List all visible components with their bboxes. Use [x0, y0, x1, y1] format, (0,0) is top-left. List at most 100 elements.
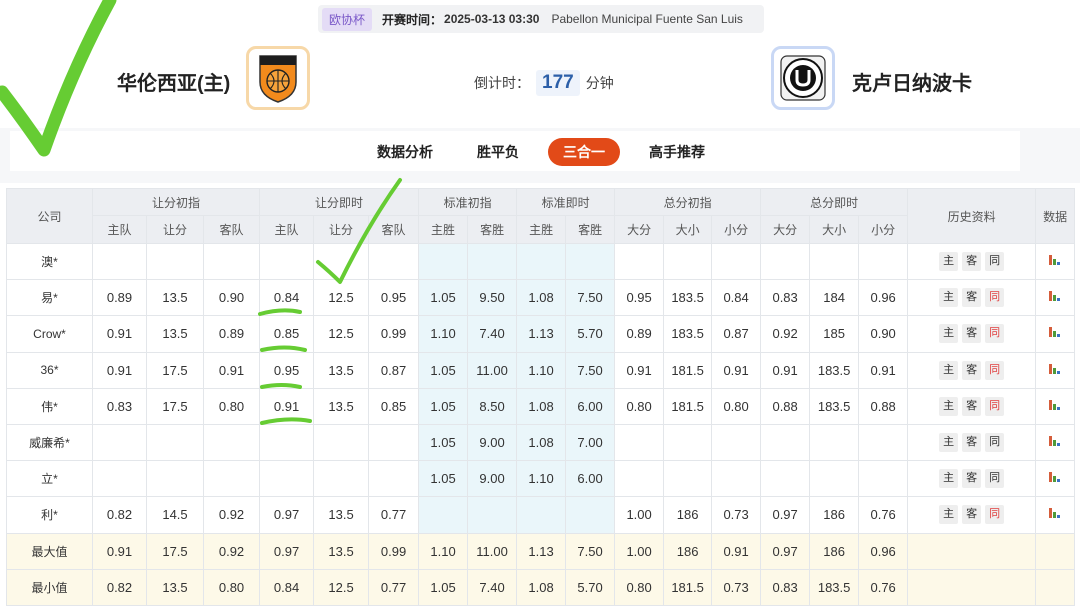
home-team-name[interactable]: 华伦西亚(主)	[117, 67, 230, 96]
bar-chart-icon[interactable]	[1049, 290, 1061, 302]
tab-three-in-one[interactable]: 三合一	[548, 138, 620, 166]
bar-chart-icon[interactable]	[1049, 471, 1061, 483]
odds-cell	[809, 423, 860, 462]
odds-cell: 0.90	[858, 315, 909, 353]
odds-cell	[418, 242, 469, 281]
bar-chart-icon[interactable]	[1049, 254, 1061, 266]
tab-data-analysis[interactable]: 数据分析	[375, 138, 435, 166]
history-home-button[interactable]: 主	[939, 433, 959, 453]
away-team-name[interactable]: 克卢日纳波卡	[852, 67, 972, 96]
tab-win-draw-lose[interactable]: 胜平负	[475, 138, 521, 166]
history-same-button[interactable]: 同	[985, 505, 1005, 525]
odds-cell: 0.91	[259, 387, 315, 425]
history-same-button[interactable]: 同	[985, 433, 1005, 453]
history-home-button[interactable]: 主	[939, 505, 959, 525]
bar-chart-icon[interactable]	[1049, 435, 1061, 447]
odds-cell: 0.91	[711, 351, 762, 389]
data-cell	[1035, 568, 1076, 606]
odds-cell: 13.5	[313, 351, 370, 389]
history-cell: 主客同	[907, 351, 1037, 389]
odds-cell: 0.91	[202, 351, 261, 389]
odds-cell: 7.50	[565, 532, 616, 570]
odds-cell: 183.5	[663, 315, 713, 353]
odds-cell	[760, 242, 811, 281]
odds-cell: 0.77	[368, 496, 420, 534]
valencia-crest-icon	[259, 55, 297, 103]
countdown-label: 倒计时：	[474, 75, 530, 91]
odds-cell: 1.05	[418, 387, 469, 425]
company-name[interactable]: 伟*	[6, 387, 93, 425]
odds-cell: 0.91	[711, 532, 762, 570]
league-badge[interactable]: 欧协杯	[322, 7, 373, 31]
header-handicap-initial: 让分初指	[91, 188, 261, 216]
odds-cell: 1.10	[418, 315, 469, 353]
history-same-button[interactable]: 同	[985, 324, 1005, 344]
history-same-button[interactable]: 同	[985, 360, 1005, 380]
history-home-button[interactable]: 主	[939, 324, 959, 344]
odds-cell	[711, 423, 762, 462]
subheader-cell: 小分	[858, 215, 909, 244]
odds-cell: 183.5	[809, 387, 860, 425]
header-company: 公司	[6, 188, 93, 244]
odds-cell: 6.00	[565, 387, 616, 425]
history-away-button[interactable]: 客	[962, 505, 982, 525]
odds-cell	[760, 423, 811, 462]
header-handicap-live: 让分即时	[259, 188, 420, 216]
company-name[interactable]: 澳*	[6, 242, 93, 281]
odds-cell: 0.89	[202, 315, 261, 353]
odds-cell	[663, 423, 713, 462]
company-name[interactable]: 易*	[6, 279, 93, 317]
odds-cell: 11.00	[467, 532, 518, 570]
table-row: 威廉希* 1.05 9.00 1.08 7.00 主客同	[6, 423, 1076, 462]
history-away-button[interactable]: 客	[962, 469, 982, 489]
history-away-button[interactable]: 客	[962, 433, 982, 453]
odds-cell: 0.91	[614, 351, 665, 389]
history-home-button[interactable]: 主	[939, 252, 959, 272]
home-team-logo[interactable]	[246, 46, 310, 110]
bar-chart-icon[interactable]	[1049, 363, 1061, 375]
history-home-button[interactable]: 主	[939, 469, 959, 489]
company-name[interactable]: 威廉希*	[6, 423, 93, 462]
odds-cell: 1.05	[418, 568, 469, 606]
subheader-cell: 客胜	[467, 215, 518, 244]
subheader-cell: 大分	[614, 215, 665, 244]
history-same-button[interactable]: 同	[985, 469, 1005, 489]
company-name[interactable]: Crow*	[6, 315, 93, 353]
bar-chart-icon[interactable]	[1049, 399, 1061, 411]
odds-cell	[858, 423, 909, 462]
history-home-button[interactable]: 主	[939, 360, 959, 380]
history-away-button[interactable]: 客	[962, 252, 982, 272]
company-name[interactable]: 36*	[6, 351, 93, 389]
odds-cell: 13.5	[313, 496, 370, 534]
table-body: 澳* 主客同易* 0.89 13.5 0.90 0.84 12.5 0.95 1.05 9.50 1…	[6, 242, 1076, 606]
history-home-button[interactable]: 主	[939, 288, 959, 308]
history-same-button[interactable]: 同	[985, 288, 1005, 308]
countdown: 倒计时： 177 分钟	[474, 70, 614, 96]
history-away-button[interactable]: 客	[962, 360, 982, 380]
history-same-button[interactable]: 同	[985, 252, 1005, 272]
company-name[interactable]: 立*	[6, 460, 93, 498]
history-away-button[interactable]: 客	[962, 324, 982, 344]
odds-cell	[92, 460, 147, 498]
bar-chart-icon[interactable]	[1049, 507, 1061, 519]
odds-cell	[313, 242, 370, 281]
history-away-button[interactable]: 客	[962, 288, 982, 308]
tab-expert-picks[interactable]: 高手推荐	[647, 138, 707, 166]
table-row: 立* 1.05 9.00 1.10 6.00 主客同	[6, 460, 1076, 498]
odds-cell	[202, 423, 261, 462]
company-name[interactable]: 利*	[6, 496, 93, 534]
history-same-button[interactable]: 同	[985, 396, 1005, 416]
odds-cell: 1.05	[418, 460, 469, 498]
away-team-logo[interactable]	[771, 46, 835, 110]
table-group-header: 公司 让分初指 让分即时 标准初指 标准即时 总分初指 总分即时 历史资料 数据	[6, 188, 1076, 244]
odds-cell	[202, 460, 261, 498]
odds-cell: 13.5	[146, 279, 204, 317]
odds-cell	[92, 242, 147, 281]
history-home-button[interactable]: 主	[939, 396, 959, 416]
odds-cell: 0.77	[368, 568, 420, 606]
odds-cell: 0.84	[259, 279, 315, 317]
bar-chart-icon[interactable]	[1049, 326, 1061, 338]
odds-cell	[467, 496, 518, 534]
history-away-button[interactable]: 客	[962, 396, 982, 416]
odds-cell: 186	[663, 496, 713, 534]
